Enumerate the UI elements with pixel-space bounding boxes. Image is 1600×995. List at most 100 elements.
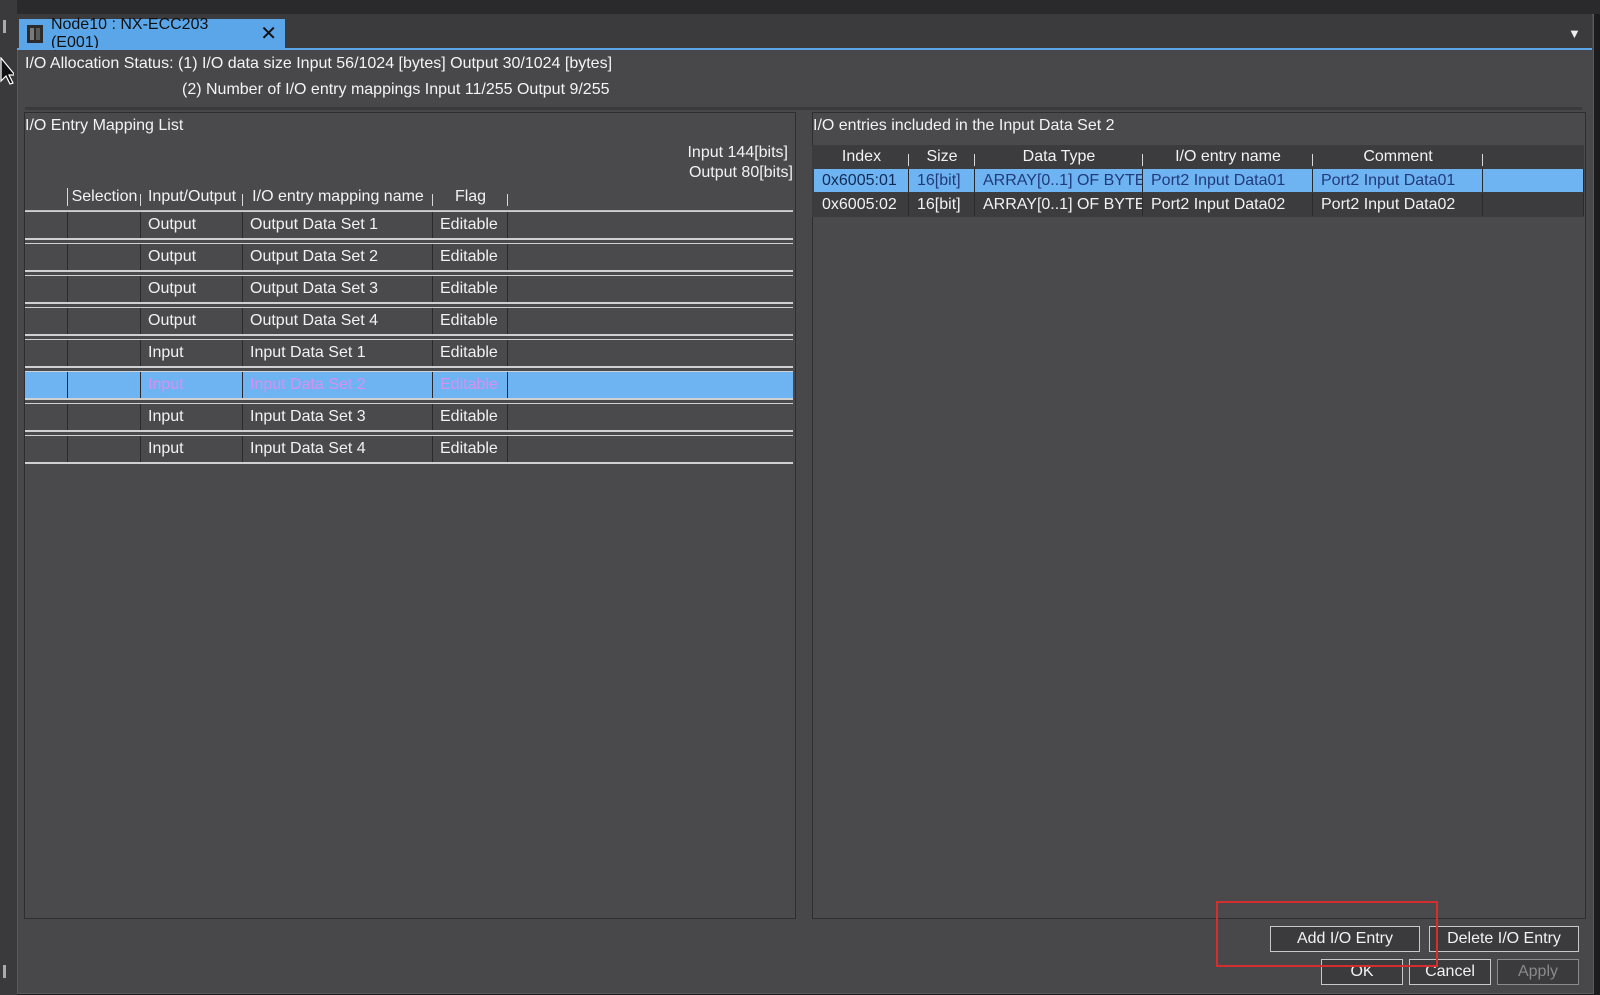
data-type-cell: ARRAY[0..1] OF BYTE	[975, 193, 1143, 216]
io-cell: Output	[141, 244, 243, 270]
header-flag[interactable]: Flag	[433, 188, 508, 206]
selection-cell	[68, 308, 141, 334]
comment-cell: Port2 Input Data01	[1313, 169, 1483, 192]
selection-cell	[68, 276, 141, 302]
size-cell: 16[bit]	[909, 193, 975, 216]
io-cell: Output	[141, 212, 243, 238]
io-entries-panel	[812, 112, 1586, 919]
filler-cell	[1483, 169, 1584, 192]
index-cell: 0x6005:02	[814, 193, 909, 216]
delete-io-entry-button[interactable]: Delete I/O Entry	[1429, 926, 1579, 952]
filler-cell	[508, 436, 793, 462]
selection-cell	[68, 212, 141, 238]
dock-marker	[3, 20, 6, 33]
mapping-name-cell: Input Data Set 2	[243, 372, 433, 398]
mapping-row[interactable]: Output Output Data Set 4 Editable	[25, 307, 793, 336]
flag-cell: Editable	[433, 276, 508, 302]
filler-cell	[508, 404, 793, 430]
mapping-name-cell: Input Data Set 1	[243, 340, 433, 366]
tab-title: Node10 : NX-ECC203 (E001)	[50, 15, 209, 51]
row-spacer	[25, 276, 68, 302]
dock-marker	[3, 965, 6, 978]
io-cell: Output	[141, 308, 243, 334]
selection-cell	[68, 340, 141, 366]
entry-name-cell: Port2 Input Data02	[1143, 193, 1313, 216]
header-size[interactable]: Size	[909, 148, 975, 166]
highlight-box	[1216, 901, 1438, 967]
entries-header: Index Size Data Type I/O entry name Comm…	[814, 145, 1584, 169]
entry-row[interactable]: 0x6005:01 16[bit] ARRAY[0..1] OF BYTE Port2…	[814, 169, 1584, 192]
device-icon	[27, 24, 43, 43]
io-cell: Input	[141, 372, 243, 398]
index-cell: 0x6005:01	[814, 169, 909, 192]
entry-name-cell: Port2 Input Data01	[1143, 169, 1313, 192]
header-selection[interactable]: Selection	[67, 188, 141, 206]
section-divider	[25, 107, 1582, 110]
data-type-cell: ARRAY[0..1] OF BYTE	[975, 169, 1143, 192]
flag-cell: Editable	[433, 372, 508, 398]
filler-cell	[508, 276, 793, 302]
output-bits-total: Output 80[bits]	[688, 164, 793, 181]
tab-menu-chevron-down-icon[interactable]: ▼	[1568, 26, 1581, 41]
header-entry-name[interactable]: I/O entry name	[1143, 148, 1313, 166]
row-spacer	[25, 212, 68, 238]
mapping-row[interactable]: Output Output Data Set 1 Editable	[25, 211, 793, 240]
flag-cell: Editable	[433, 308, 508, 334]
left-dock-strip	[0, 0, 17, 995]
apply-button[interactable]: Apply	[1497, 959, 1579, 985]
header-data-type[interactable]: Data Type	[975, 148, 1143, 166]
mapping-row[interactable]: Output Output Data Set 3 Editable	[25, 275, 793, 304]
mapping-name-cell: Output Data Set 1	[243, 212, 433, 238]
io-allocation-status-line2: (2) Number of I/O entry mappings Input 1…	[182, 81, 610, 98]
size-cell: 16[bit]	[909, 169, 975, 192]
io-allocation-status-line1: I/O Allocation Status: (1) I/O data size…	[25, 55, 613, 72]
selection-cell	[68, 436, 141, 462]
tab-underline	[17, 48, 1592, 50]
filler-cell	[508, 212, 793, 238]
filler-cell	[508, 372, 793, 398]
row-spacer	[25, 340, 68, 366]
filler-cell	[508, 244, 793, 270]
comment-cell: Port2 Input Data02	[1313, 193, 1483, 216]
entry-row[interactable]: 0x6005:02 16[bit] ARRAY[0..1] OF BYTE Port2…	[814, 193, 1584, 216]
mapping-row[interactable]: Input Input Data Set 4 Editable	[25, 435, 793, 464]
mapping-name-cell: Input Data Set 4	[243, 436, 433, 462]
top-bar	[0, 0, 1600, 14]
io-cell: Input	[141, 436, 243, 462]
close-icon[interactable]: ✕	[260, 24, 277, 44]
mapping-row[interactable]: Input Input Data Set 3 Editable	[25, 403, 793, 432]
header-comment[interactable]: Comment	[1313, 148, 1483, 166]
row-spacer	[25, 372, 68, 398]
filler-cell	[1483, 193, 1584, 216]
row-spacer	[25, 308, 68, 334]
header-mapping-name[interactable]: I/O entry mapping name	[243, 188, 433, 206]
mapping-row[interactable]: Input Input Data Set 1 Editable	[25, 339, 793, 368]
selection-cell	[68, 244, 141, 270]
flag-cell: Editable	[433, 340, 508, 366]
filler-cell	[508, 340, 793, 366]
mapping-list-title: I/O Entry Mapping List	[25, 117, 184, 134]
selection-cell	[68, 372, 141, 398]
flag-cell: Editable	[433, 404, 508, 430]
mapping-row[interactable]: Input Input Data Set 2 Editable	[25, 371, 793, 400]
mapping-row[interactable]: Output Output Data Set 2 Editable	[25, 243, 793, 272]
mapping-name-cell: Output Data Set 3	[243, 276, 433, 302]
flag-cell: Editable	[433, 244, 508, 270]
mapping-name-cell: Input Data Set 3	[243, 404, 433, 430]
filler-cell	[508, 308, 793, 334]
mapping-name-cell: Output Data Set 4	[243, 308, 433, 334]
io-cell: Output	[141, 276, 243, 302]
flag-cell: Editable	[433, 436, 508, 462]
row-spacer	[25, 436, 68, 462]
io-cell: Input	[141, 340, 243, 366]
header-index[interactable]: Index	[814, 148, 909, 166]
row-spacer	[25, 404, 68, 430]
input-bits-total: Input 144[bits]	[687, 144, 788, 161]
flag-cell: Editable	[433, 212, 508, 238]
header-input-output[interactable]: Input/Output	[141, 188, 243, 206]
tab-node10[interactable]: Node10 : NX-ECC203 (E001) ✕	[19, 16, 285, 51]
selection-cell	[68, 404, 141, 430]
mapping-name-cell: Output Data Set 2	[243, 244, 433, 270]
row-spacer	[25, 244, 68, 270]
io-cell: Input	[141, 404, 243, 430]
